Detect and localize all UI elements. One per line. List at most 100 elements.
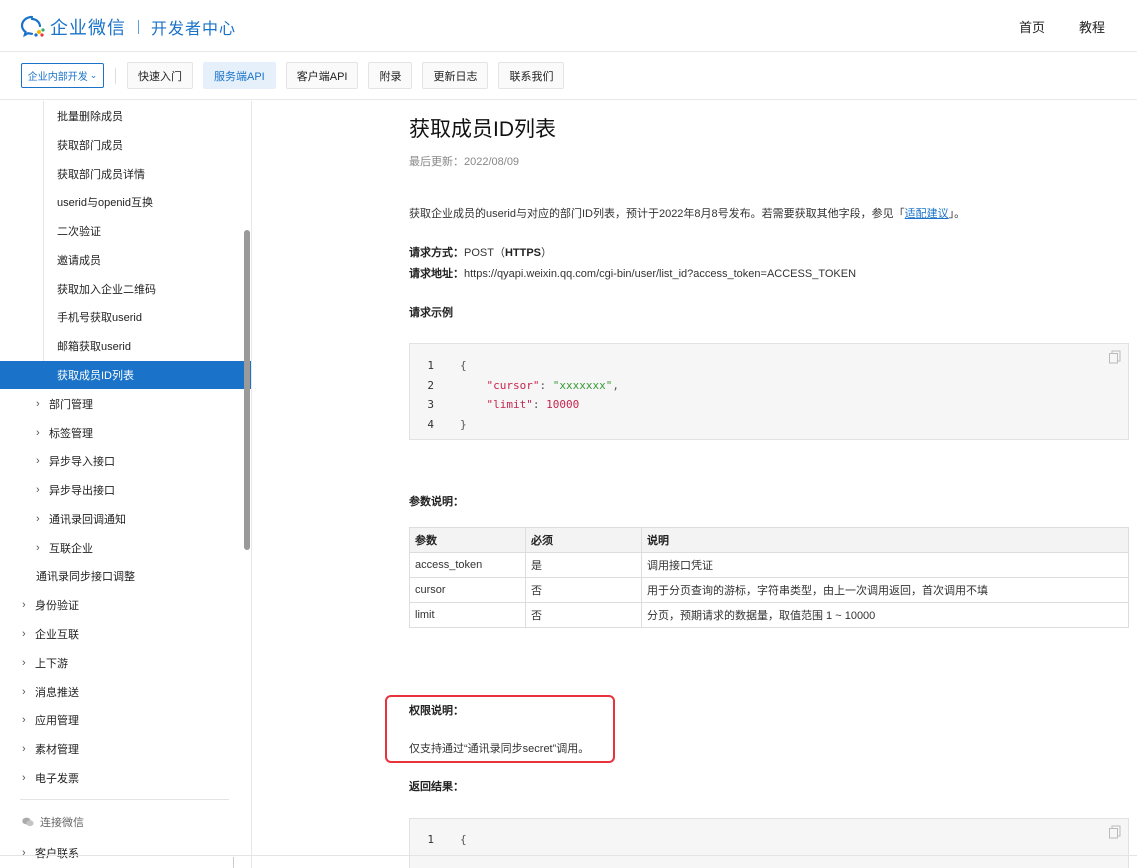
method-close: ） [541, 247, 553, 259]
sidebar-item-dept-members-detail[interactable]: 获取部门成员详情 [0, 160, 251, 188]
sidebar-section-label: 上下游 [35, 658, 68, 670]
method-protocol: HTTPS [504, 247, 542, 259]
chevron-right-icon: › [22, 772, 26, 784]
url-value: https://qyapi.weixin.qq.com/cgi-bin/user… [464, 268, 857, 280]
sidebar-section-label: 应用管理 [35, 715, 79, 727]
table-header-row: 参数 必须 说明 [409, 527, 1129, 553]
table-row: access_token 是 调用接口凭证 [409, 552, 1129, 578]
json-key: "limit" [486, 397, 533, 411]
tab-appendix[interactable]: 附录 [368, 62, 413, 89]
code-line: 1{ [410, 829, 466, 849]
sidebar-section-customer[interactable]: › 客户联系 [0, 839, 251, 867]
sidebar-connect-wechat[interactable]: 连接微信 [0, 808, 251, 836]
dev-type-dropdown[interactable]: 企业内部开发 ⌄ [21, 63, 104, 88]
permission-heading: 权限说明： [409, 705, 464, 717]
table-cell: access_token [409, 552, 526, 578]
intro-text-end: 」。 [948, 208, 966, 220]
bottom-tick [233, 857, 234, 868]
sidebar-item-mobile-userid[interactable]: 手机号获取userid [0, 303, 251, 331]
sidebar-item-join-qrcode[interactable]: 获取加入企业二维码 [0, 275, 251, 303]
sidebar-group-async-import[interactable]: › 异步导入接口 [0, 447, 251, 475]
tab-client-api[interactable]: 客户端API [285, 62, 359, 89]
copy-icon[interactable] [1108, 825, 1122, 839]
table-cell: limit [409, 602, 526, 628]
line-number: 2 [427, 378, 434, 392]
tab-changelog[interactable]: 更新日志 [422, 62, 489, 89]
adaptation-link[interactable]: 适配建议 [905, 208, 949, 220]
nav-home-link[interactable]: 首页 [1019, 17, 1045, 36]
sidebar-item-sync-adjust[interactable]: 通讯录同步接口调整 [0, 562, 251, 590]
sub-nav: 企业内部开发 ⌄ 快速入门 服务端API 客户端API 附录 更新日志 联系我们 [0, 52, 1137, 100]
sidebar-item-email-userid[interactable]: 邮箱获取userid [0, 332, 251, 360]
sidebar-group-interconnect[interactable]: › 互联企业 [0, 534, 251, 562]
line-number: 3 [427, 397, 434, 411]
chevron-right-icon: › [22, 714, 26, 726]
sidebar-divider [20, 799, 229, 800]
site-subtitle: 开发者中心 [151, 21, 237, 38]
sidebar-group-async-export[interactable]: › 异步导出接口 [0, 476, 251, 504]
response-code-block: 1{ [409, 818, 1129, 868]
method-value: POST（ [464, 247, 505, 259]
table-cell: cursor [409, 577, 526, 603]
sidebar-section-invoice[interactable]: › 电子发票 [0, 764, 251, 792]
sidebar-section-app-mgmt[interactable]: › 应用管理 [0, 706, 251, 734]
tab-contact-us[interactable]: 联系我们 [498, 62, 565, 89]
chevron-right-icon: › [22, 599, 26, 611]
sidebar-section-corp-link[interactable]: › 企业互联 [0, 620, 251, 648]
nav-tutorial-link[interactable]: 教程 [1079, 17, 1105, 36]
sidebar-section-auth[interactable]: › 身份验证 [0, 591, 251, 619]
sidebar-group-label: 部门管理 [49, 399, 93, 411]
sidebar-item-member-id-list[interactable]: 获取成员ID列表 [0, 361, 251, 389]
wechat-icon [22, 817, 34, 827]
chevron-right-icon: › [36, 513, 40, 525]
sidebar-section-label: 客户联系 [35, 848, 79, 860]
code-line: 4} [410, 414, 467, 434]
table-header-cell: 参数 [409, 527, 526, 553]
top-header: 企业微信 开发者中心 首页 教程 [0, 0, 1137, 52]
chevron-right-icon: › [22, 686, 26, 698]
code-text: "cursor": "xxxxxxx", [486, 378, 619, 392]
sidebar-group-tag[interactable]: › 标签管理 [0, 419, 251, 447]
chevron-right-icon: › [36, 455, 40, 467]
bottom-divider [0, 855, 1137, 856]
table-row: cursor 否 用于分页查询的游标，字符串类型，由上一次调用返回，首次调用不填 [409, 577, 1129, 603]
sidebar-item-dept-members[interactable]: 获取部门成员 [0, 131, 251, 159]
chevron-right-icon: › [22, 847, 26, 859]
table-row: limit 否 分页，预期请求的数据量，取值范围 1 ~ 10000 [409, 602, 1129, 628]
code-text: "limit": 10000 [486, 397, 580, 411]
code-text: } [460, 417, 467, 431]
last-updated: 最后更新：2022/08/09 [409, 156, 520, 168]
sidebar-section-upstream[interactable]: › 上下游 [0, 649, 251, 677]
tab-quick-start[interactable]: 快速入门 [127, 62, 193, 89]
json-string: "xxxxxxx" [552, 378, 613, 392]
logo[interactable]: 企业微信 开发者中心 [20, 14, 236, 40]
request-example-heading: 请求示例 [409, 307, 453, 319]
sidebar-section-media[interactable]: › 素材管理 [0, 735, 251, 763]
sidebar-group-label: 标签管理 [49, 428, 93, 440]
sidebar-scrollbar[interactable] [244, 230, 250, 550]
copy-icon[interactable] [1108, 350, 1122, 364]
sidebar-section-message[interactable]: › 消息推送 [0, 678, 251, 706]
sidebar-item-invite[interactable]: 邀请成员 [0, 246, 251, 274]
table-cell: 否 [525, 602, 642, 628]
code-line: 2 "cursor": "xxxxxxx", [410, 375, 619, 395]
intro-text: 获取企业成员的userid与对应的部门ID列表，预计于2022年8月8号发布。若… [409, 208, 905, 220]
connect-wechat-label: 连接微信 [40, 817, 84, 829]
sidebar-group-callback[interactable]: › 通讯录回调通知 [0, 505, 251, 533]
tab-server-api[interactable]: 服务端API [203, 62, 276, 89]
sidebar-item-userid-openid[interactable]: userid与openid互换 [0, 188, 251, 216]
line-number: 1 [427, 358, 434, 372]
table-cell: 用于分页查询的游标，字符串类型，由上一次调用返回，首次调用不填 [641, 577, 1129, 603]
sidebar-item-batch-delete[interactable]: 批量删除成员 [0, 102, 251, 130]
subnav-divider [115, 68, 116, 84]
params-table: 参数 必须 说明 access_token 是 调用接口凭证 cursor 否 … [409, 527, 1129, 628]
table-cell: 调用接口凭证 [641, 552, 1129, 578]
line-number: 4 [427, 417, 434, 431]
chevron-right-icon: › [22, 628, 26, 640]
sidebar-item-2fa[interactable]: 二次验证 [0, 217, 251, 245]
request-code-block: 1{ 2 "cursor": "xxxxxxx", 3 "limit": 100… [409, 343, 1129, 440]
code-line: 1{ [410, 355, 466, 375]
sidebar-group-dept[interactable]: › 部门管理 [0, 390, 251, 418]
json-key: "cursor" [486, 378, 540, 392]
permission-text: 仅支持通过“通讯录同步secret”调用。 [409, 743, 590, 755]
